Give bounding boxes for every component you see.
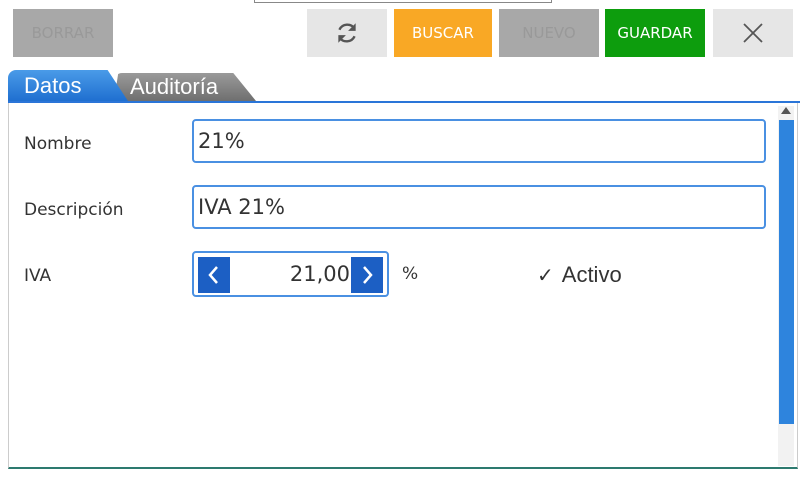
top-strip — [254, 0, 552, 3]
scrollbar-thumb[interactable] — [779, 120, 794, 424]
iva-increment-button[interactable] — [351, 257, 383, 293]
tab-datos[interactable]: Datos — [8, 70, 128, 101]
iva-value[interactable]: 21,00 — [290, 253, 350, 295]
nombre-field[interactable]: 21% — [192, 119, 766, 163]
close-button[interactable] — [713, 9, 793, 57]
close-icon — [743, 23, 763, 43]
scroll-up-icon[interactable] — [781, 107, 791, 114]
descripcion-field[interactable]: IVA 21% — [192, 185, 766, 229]
refresh-button[interactable] — [307, 9, 387, 57]
activo-checkbox[interactable]: ✓ Activo — [537, 262, 622, 288]
iva-label: IVA — [24, 266, 52, 286]
buscar-button[interactable]: BUSCAR — [394, 9, 492, 57]
chevron-right-icon — [363, 266, 373, 284]
tab-auditoria[interactable]: Auditoría — [114, 73, 256, 101]
nombre-label: Nombre — [24, 134, 92, 154]
iva-unit: % — [402, 264, 419, 284]
borrar-button[interactable]: BORRAR — [13, 9, 113, 57]
refresh-icon — [338, 23, 356, 43]
check-icon: ✓ — [537, 263, 554, 287]
chevron-left-icon — [208, 266, 218, 284]
activo-label: Activo — [561, 262, 622, 287]
iva-decrement-button[interactable] — [198, 257, 230, 293]
guardar-button[interactable]: GUARDAR — [605, 9, 705, 57]
descripcion-label: Descripción — [24, 200, 124, 220]
iva-stepper[interactable]: 21,00 — [192, 251, 389, 297]
nuevo-button[interactable]: NUEVO — [499, 9, 599, 57]
